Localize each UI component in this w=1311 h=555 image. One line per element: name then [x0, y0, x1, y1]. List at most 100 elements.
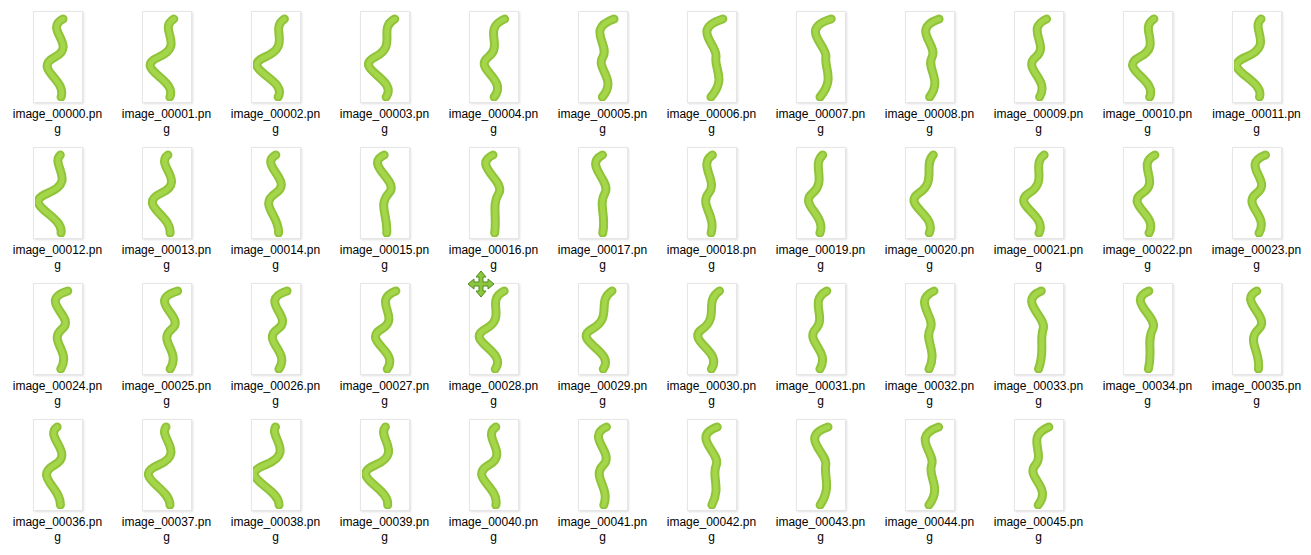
file-name: image_00029.png [557, 379, 649, 409]
smoke-thumbnail-icon [253, 13, 299, 101]
file-name: image_00028.png [448, 379, 540, 409]
thumbnail [1232, 11, 1282, 103]
file-name: image_00002.png [230, 107, 322, 137]
thumbnail [469, 419, 519, 511]
file-item[interactable]: image_00026.png [221, 280, 330, 416]
file-name: image_00019.png [775, 243, 867, 273]
file-grid: image_00000.png image_00001.png image_0000… [3, 8, 1311, 552]
file-name: image_00009.png [993, 107, 1085, 137]
file-item[interactable]: image_00003.png [330, 8, 439, 144]
thumbnail [687, 147, 737, 239]
file-name: image_00022.png [1102, 243, 1194, 273]
smoke-thumbnail-icon [362, 13, 408, 101]
file-name: image_00035.png [1211, 379, 1303, 409]
file-item[interactable]: image_00012.png [3, 144, 112, 280]
file-item[interactable]: image_00036.png [3, 416, 112, 552]
file-item[interactable]: image_00009.png [984, 8, 1093, 144]
file-item[interactable]: image_00044.png [875, 416, 984, 552]
file-item[interactable]: image_00024.png [3, 280, 112, 416]
smoke-thumbnail-icon [35, 149, 81, 237]
thumbnail [360, 419, 410, 511]
smoke-thumbnail-icon [1016, 421, 1062, 509]
smoke-thumbnail-icon [144, 13, 190, 101]
file-item[interactable]: image_00005.png [548, 8, 657, 144]
file-item[interactable]: image_00023.png [1202, 144, 1311, 280]
file-item[interactable]: image_00033.png [984, 280, 1093, 416]
smoke-thumbnail-icon [689, 421, 735, 509]
smoke-thumbnail-icon [144, 285, 190, 373]
file-item[interactable]: image_00039.png [330, 416, 439, 552]
smoke-thumbnail-icon [144, 421, 190, 509]
file-item[interactable]: image_00042.png [657, 416, 766, 552]
file-view: image_00000.png image_00001.png image_0000… [0, 0, 1311, 555]
thumbnail [578, 283, 628, 375]
smoke-thumbnail-icon [1234, 285, 1280, 373]
file-item[interactable]: image_00011.png [1202, 8, 1311, 144]
file-item[interactable]: image_00045.png [984, 416, 1093, 552]
file-name: image_00005.png [557, 107, 649, 137]
file-item[interactable]: image_00018.png [657, 144, 766, 280]
file-item[interactable]: image_00034.png [1093, 280, 1202, 416]
file-item[interactable]: image_00007.png [766, 8, 875, 144]
file-item[interactable]: image_00032.png [875, 280, 984, 416]
thumbnail [578, 11, 628, 103]
file-item[interactable]: image_00010.png [1093, 8, 1202, 144]
thumbnail [905, 419, 955, 511]
smoke-thumbnail-icon [580, 13, 626, 101]
smoke-thumbnail-icon [1016, 13, 1062, 101]
file-item[interactable]: image_00015.png [330, 144, 439, 280]
file-name: image_00036.png [12, 515, 104, 545]
smoke-thumbnail-icon [798, 149, 844, 237]
file-name: image_00016.png [448, 243, 540, 273]
file-name: image_00041.png [557, 515, 649, 545]
smoke-thumbnail-icon [35, 13, 81, 101]
file-item[interactable]: image_00022.png [1093, 144, 1202, 280]
thumbnail [142, 419, 192, 511]
file-item[interactable]: image_00043.png [766, 416, 875, 552]
file-item[interactable]: image_00031.png [766, 280, 875, 416]
file-item[interactable]: image_00016.png [439, 144, 548, 280]
file-item[interactable]: image_00028.png [439, 280, 548, 416]
smoke-thumbnail-icon [798, 13, 844, 101]
file-name: image_00018.png [666, 243, 758, 273]
file-item[interactable]: image_00004.png [439, 8, 548, 144]
file-item[interactable]: image_00001.png [112, 8, 221, 144]
file-item[interactable]: image_00017.png [548, 144, 657, 280]
file-name: image_00000.png [12, 107, 104, 137]
thumbnail [142, 147, 192, 239]
file-item[interactable]: image_00008.png [875, 8, 984, 144]
file-item[interactable]: image_00037.png [112, 416, 221, 552]
smoke-thumbnail-icon [35, 285, 81, 373]
file-item[interactable]: image_00038.png [221, 416, 330, 552]
thumbnail [469, 147, 519, 239]
file-item[interactable]: image_00006.png [657, 8, 766, 144]
file-item[interactable]: image_00027.png [330, 280, 439, 416]
smoke-thumbnail-icon [798, 285, 844, 373]
file-name: image_00033.png [993, 379, 1085, 409]
file-item[interactable]: image_00002.png [221, 8, 330, 144]
file-name: image_00025.png [121, 379, 213, 409]
file-item[interactable]: image_00019.png [766, 144, 875, 280]
file-item[interactable]: image_00020.png [875, 144, 984, 280]
file-item[interactable]: image_00040.png [439, 416, 548, 552]
file-name: image_00031.png [775, 379, 867, 409]
file-item[interactable]: image_00035.png [1202, 280, 1311, 416]
smoke-thumbnail-icon [580, 149, 626, 237]
file-name: image_00024.png [12, 379, 104, 409]
file-item[interactable]: image_00029.png [548, 280, 657, 416]
thumbnail [142, 11, 192, 103]
smoke-thumbnail-icon [471, 421, 517, 509]
file-item[interactable]: image_00030.png [657, 280, 766, 416]
file-name: image_00040.png [448, 515, 540, 545]
file-item[interactable]: image_00025.png [112, 280, 221, 416]
file-item[interactable]: image_00041.png [548, 416, 657, 552]
file-item[interactable]: image_00014.png [221, 144, 330, 280]
smoke-thumbnail-icon [144, 149, 190, 237]
file-item[interactable]: image_00013.png [112, 144, 221, 280]
file-name: image_00017.png [557, 243, 649, 273]
file-item[interactable]: image_00000.png [3, 8, 112, 144]
smoke-thumbnail-icon [362, 149, 408, 237]
smoke-thumbnail-icon [580, 285, 626, 373]
file-item[interactable]: image_00021.png [984, 144, 1093, 280]
smoke-thumbnail-icon [580, 421, 626, 509]
